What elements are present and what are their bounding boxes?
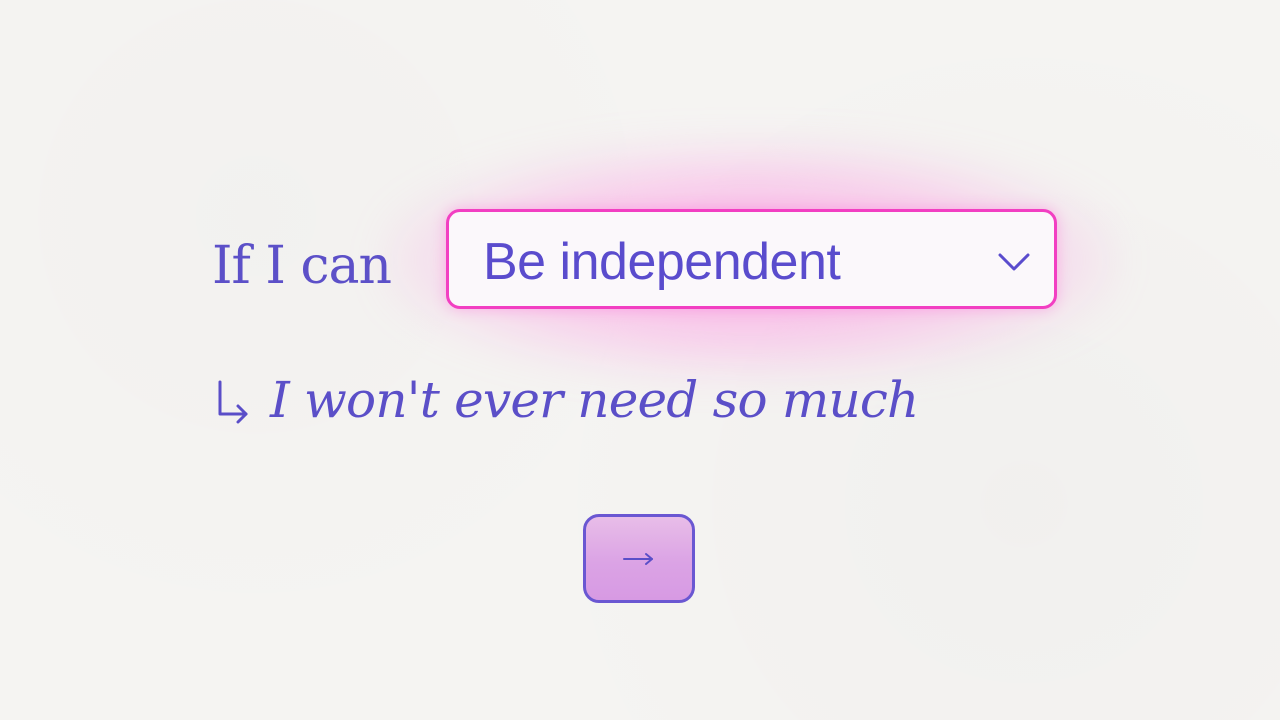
subline-text: I won't ever need so much	[270, 371, 919, 429]
chevron-down-icon	[998, 253, 1030, 271]
next-button[interactable]	[583, 514, 695, 603]
select-value: Be independent	[483, 233, 841, 291]
subline: I won't ever need so much	[212, 365, 919, 435]
goal-select[interactable]: Be independent	[446, 209, 1057, 309]
prefix-label: If I can	[212, 236, 392, 296]
arrow-right-icon	[623, 552, 653, 565]
return-arrow-icon	[218, 380, 248, 424]
